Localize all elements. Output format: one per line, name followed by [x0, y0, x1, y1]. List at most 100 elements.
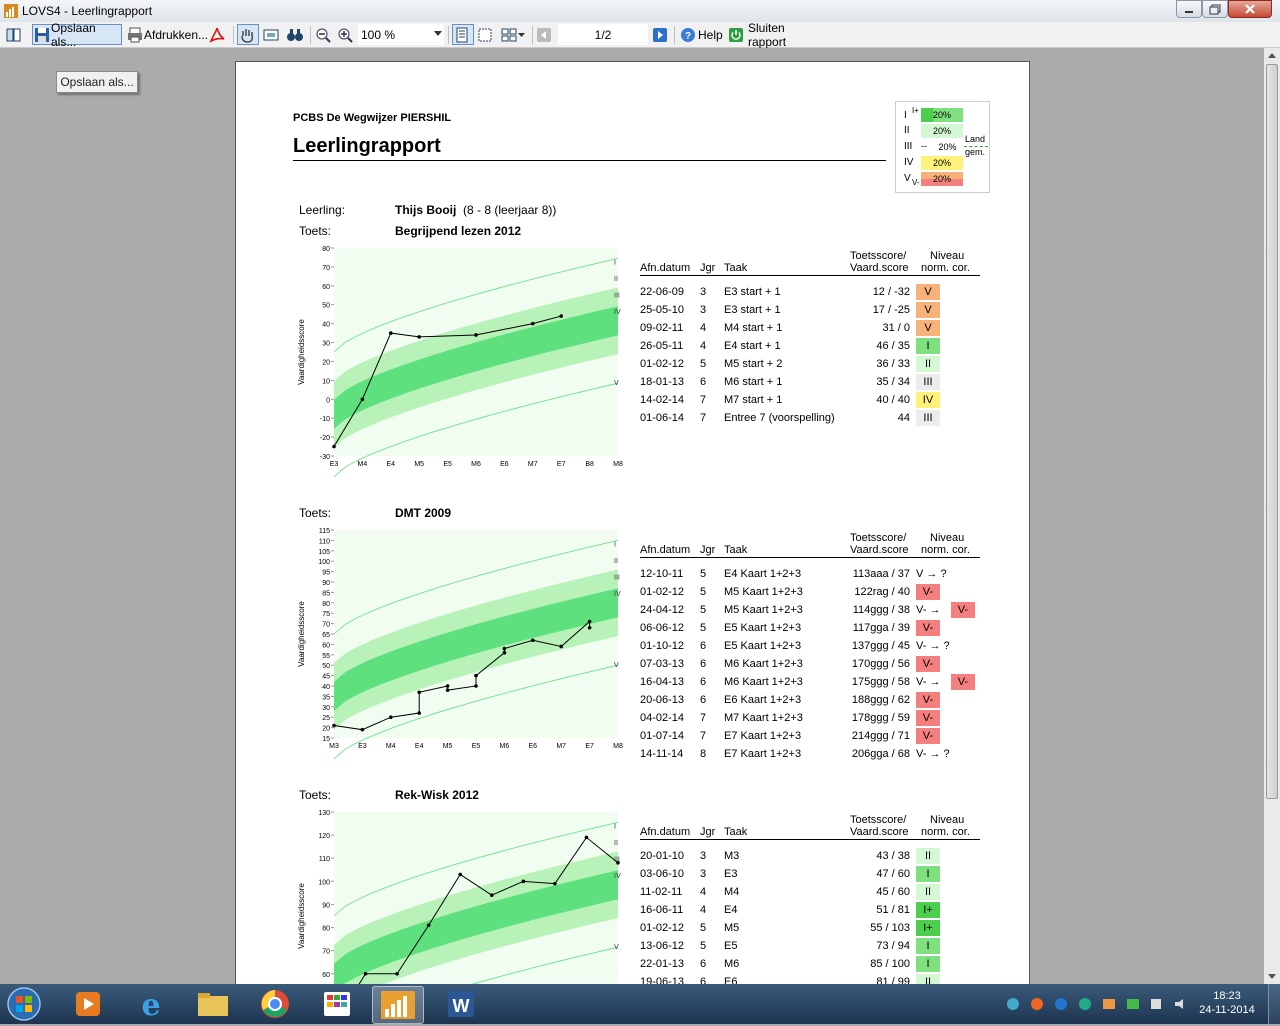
- table-row: 01-02-12 5 M5 start + 2 36 / 33 II: [640, 355, 980, 373]
- maximize-button[interactable]: [1202, 0, 1228, 18]
- zoom-out-button[interactable]: [314, 24, 336, 45]
- table-row: 20-01-10 3 M3 43 / 38 II: [640, 847, 980, 865]
- help-button[interactable]: ? Help: [680, 24, 724, 45]
- niveau-header-1: Niveau: [930, 532, 965, 544]
- level-badge: V-: [916, 620, 940, 636]
- niveau-header-1: Niveau: [930, 250, 965, 262]
- print-button[interactable]: Afdrukken...: [126, 24, 208, 45]
- page-number-field[interactable]: 1/2: [558, 24, 648, 45]
- jgr-cell: 4: [700, 340, 707, 352]
- jgr-cell: 5: [700, 586, 707, 598]
- score-point: [559, 314, 563, 318]
- level-badge: V: [916, 302, 940, 318]
- y-axis-label: Vaardigheidsscore: [297, 319, 306, 385]
- taak-cell: M4 start + 1: [724, 322, 783, 334]
- export-pdf-button[interactable]: [208, 24, 230, 45]
- save-as-button[interactable]: Opslaan als...: [32, 21, 122, 49]
- next-page-button[interactable]: [652, 24, 670, 45]
- close-report-button[interactable]: Sluiten rapport: [728, 21, 820, 49]
- results-table-rek-wisk: Afn.datum Jgr Taak Toetsscore/Vaard.score Ni…: [640, 812, 980, 986]
- level-legend: I I+ II III IV V V- 20% 20% -- 20% 20% 2…: [895, 101, 990, 193]
- score-point: [559, 644, 563, 649]
- level-change: V → ?: [916, 568, 947, 580]
- scroll-down-icon[interactable]: [1264, 968, 1280, 984]
- score-cell: 45 / 60: [876, 886, 910, 898]
- multi-page-button[interactable]: [500, 24, 528, 45]
- level-badge: II: [916, 884, 940, 900]
- show-desktop-button[interactable]: [1268, 984, 1280, 1024]
- score-point: [587, 625, 592, 630]
- jgr-cell: 4: [700, 904, 707, 916]
- legend-v-minus: V-: [912, 178, 920, 187]
- date-cell: 26-05-11: [640, 340, 684, 352]
- taskbar-clock[interactable]: 18:23 24-11-2014: [1196, 989, 1258, 1017]
- score-point: [417, 335, 421, 339]
- page-layout-button[interactable]: [476, 24, 498, 45]
- single-page-button[interactable]: [452, 24, 474, 45]
- tray-icons[interactable]: [1005, 996, 1195, 1012]
- tray-app-icon: [1103, 999, 1115, 1009]
- x-tick-label: E4: [415, 743, 424, 750]
- table-row: 01-06-14 7 Entree 7 (voorspelling) 44 III: [640, 409, 980, 427]
- scroll-thumb[interactable]: [1266, 64, 1278, 799]
- score-point: [531, 638, 535, 643]
- jgr-cell: 5: [700, 622, 707, 634]
- afn-datum-header: Afn.datum: [640, 262, 691, 274]
- y-tick-label: 20: [322, 726, 330, 733]
- scroll-up-icon[interactable]: [1264, 48, 1280, 64]
- document-map-button[interactable]: [4, 24, 26, 45]
- taskbar-apps[interactable]: [312, 986, 362, 1022]
- score-header-2: Vaard.score: [850, 544, 909, 556]
- date-cell: 24-04-12: [640, 604, 685, 616]
- y-tick-label: 105: [318, 549, 330, 556]
- date-cell: 09-02-11: [640, 322, 684, 334]
- score-point: [426, 923, 431, 928]
- zoom-value: 100 %: [361, 27, 396, 42]
- table-row: 03-06-10 3 E3 47 / 60 I: [640, 865, 980, 883]
- find-button[interactable]: [286, 24, 308, 45]
- jgr-cell: 6: [700, 658, 707, 670]
- y-tick-label: 40: [322, 684, 330, 691]
- y-tick-label: 60: [322, 284, 330, 291]
- zoom-select[interactable]: 100 %: [358, 24, 444, 45]
- help-label: Help: [698, 27, 723, 42]
- y-tick-label: 60: [322, 972, 330, 979]
- tray-volume-icon: [1175, 999, 1183, 1009]
- start-button[interactable]: [4, 986, 44, 1022]
- test-name: DMT 2009: [395, 506, 452, 520]
- select-tool-button[interactable]: [262, 24, 284, 45]
- y-tick-label: 80: [322, 926, 330, 933]
- chart-rek-wisk: IIIIIIIVV405060708090100110120130Vaardig…: [297, 810, 621, 986]
- y-tick-label: 10: [322, 378, 330, 385]
- score-point: [360, 397, 365, 402]
- results-table-dmt: Afn.datum Jgr Taak Toetsscore/Vaard.score Ni…: [640, 530, 980, 760]
- toolbar: Opslaan als... Afdrukken... 100 % 1/2 ? …: [0, 21, 1280, 49]
- report-viewer[interactable]: Opslaan als... PCBS De Wegwijzer PIERSHI…: [0, 48, 1264, 986]
- y-tick-label: 70: [322, 949, 330, 956]
- taskbar-chrome[interactable]: [250, 986, 300, 1022]
- zoom-in-button[interactable]: [336, 24, 358, 45]
- afn-datum-header: Afn.datum: [640, 544, 691, 556]
- pan-tool-button[interactable]: [237, 24, 259, 45]
- x-tick-label: M5: [443, 743, 453, 750]
- score-point: [389, 715, 393, 719]
- taskbar-media-player[interactable]: [62, 986, 112, 1022]
- table-row: 04-02-14 7 M7 Kaart 1+2+3 178ggg / 59 V-: [640, 709, 980, 727]
- taskbar-word[interactable]: W: [436, 986, 486, 1022]
- taskbar-explorer[interactable]: [188, 986, 238, 1022]
- jgr-cell: 3: [700, 868, 707, 880]
- legend-level-4: IV: [904, 157, 914, 168]
- taskbar-internet-explorer[interactable]: e: [126, 986, 176, 1023]
- niveau-header-1: Niveau: [930, 814, 965, 826]
- date-cell: 13-06-12: [640, 940, 685, 952]
- minimize-button[interactable]: [1176, 0, 1202, 18]
- taak-header: Taak: [724, 826, 748, 838]
- previous-page-button[interactable]: [536, 24, 554, 45]
- score-point: [445, 684, 450, 688]
- taak-cell: M6 start + 1: [724, 376, 783, 388]
- close-window-button[interactable]: [1228, 0, 1272, 18]
- vertical-scrollbar[interactable]: [1264, 48, 1280, 986]
- x-tick-label: M7: [528, 461, 538, 468]
- taskbar-lovs4[interactable]: [372, 986, 424, 1024]
- y-tick-label: 50: [322, 303, 330, 310]
